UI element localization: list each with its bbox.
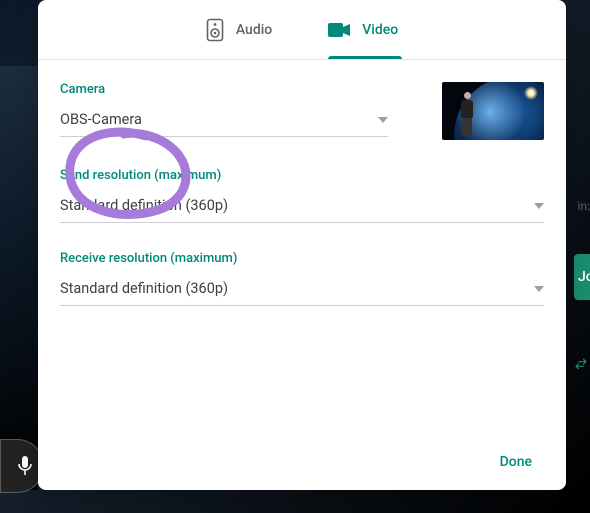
chevron-down-icon bbox=[534, 286, 544, 292]
dialog-footer: Done bbox=[38, 434, 566, 490]
join-button-label: Jo bbox=[578, 269, 590, 285]
camera-label: Camera bbox=[60, 82, 388, 97]
send-resolution-section: Send resolution (maximum) Standard defin… bbox=[60, 168, 544, 223]
send-resolution-select[interactable]: Standard definition (360p) bbox=[60, 193, 544, 223]
video-camera-icon bbox=[328, 23, 350, 37]
tab-audio[interactable]: Audio bbox=[206, 0, 272, 59]
join-button-fragment[interactable]: Jo bbox=[574, 254, 590, 300]
tab-video[interactable]: Video bbox=[328, 0, 398, 59]
camera-preview-thumbnail bbox=[442, 82, 544, 140]
chevron-down-icon bbox=[378, 117, 388, 123]
receive-resolution-label: Receive resolution (maximum) bbox=[60, 251, 544, 266]
done-button-label: Done bbox=[500, 454, 532, 470]
camera-section: Camera OBS-Camera bbox=[60, 82, 544, 140]
send-resolution-label: Send resolution (maximum) bbox=[60, 168, 544, 183]
settings-dialog: Audio Video Camera OBS-Camera bbox=[38, 0, 566, 490]
tab-video-label: Video bbox=[362, 22, 398, 38]
receive-resolution-section: Receive resolution (maximum) Standard de… bbox=[60, 251, 544, 306]
chevron-down-icon bbox=[534, 203, 544, 209]
receive-resolution-select[interactable]: Standard definition (360p) bbox=[60, 276, 544, 306]
pin-label-fragment: in: bbox=[578, 199, 590, 213]
speaker-icon bbox=[206, 18, 224, 42]
swap-icon[interactable] bbox=[574, 356, 588, 375]
settings-body: Camera OBS-Camera Send resolution (maxim… bbox=[38, 60, 566, 434]
tab-audio-label: Audio bbox=[236, 22, 272, 38]
self-preview-sliver bbox=[0, 66, 38, 490]
done-button[interactable]: Done bbox=[488, 446, 544, 478]
microphone-icon bbox=[17, 455, 33, 477]
send-resolution-value: Standard definition (360p) bbox=[60, 197, 228, 214]
camera-select-value: OBS-Camera bbox=[60, 111, 142, 128]
settings-tabs: Audio Video bbox=[38, 0, 566, 60]
receive-resolution-value: Standard definition (360p) bbox=[60, 280, 228, 297]
camera-select[interactable]: OBS-Camera bbox=[60, 107, 388, 137]
